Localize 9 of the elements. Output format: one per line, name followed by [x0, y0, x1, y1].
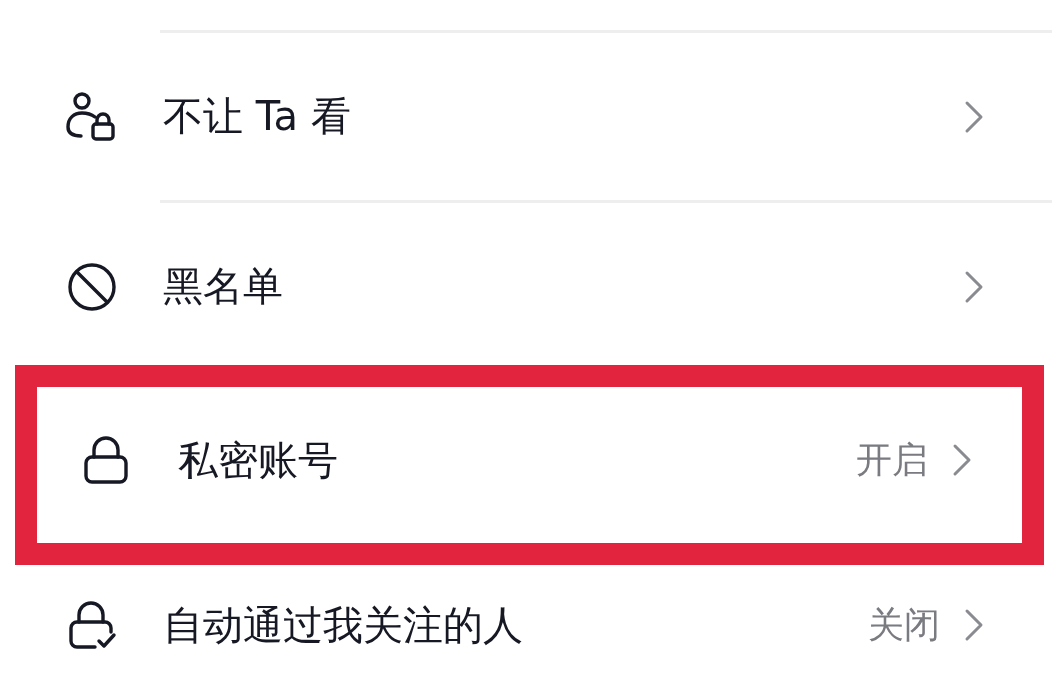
setting-label: 私密账号 — [178, 435, 339, 485]
setting-label: 黑名单 — [163, 262, 284, 311]
setting-row[interactable]: 自动通过我关注的人 关闭 — [0, 565, 1052, 685]
setting-label: 自动通过我关注的人 — [163, 600, 524, 650]
highlighted-setting-row[interactable]: 私密账号 开启 — [15, 365, 1044, 565]
setting-row[interactable]: 不让 Ta 看 — [0, 33, 1052, 200]
setting-value: 关闭 — [868, 602, 940, 647]
setting-label: 不让 Ta 看 — [163, 92, 352, 141]
setting-value: 开启 — [856, 437, 928, 482]
